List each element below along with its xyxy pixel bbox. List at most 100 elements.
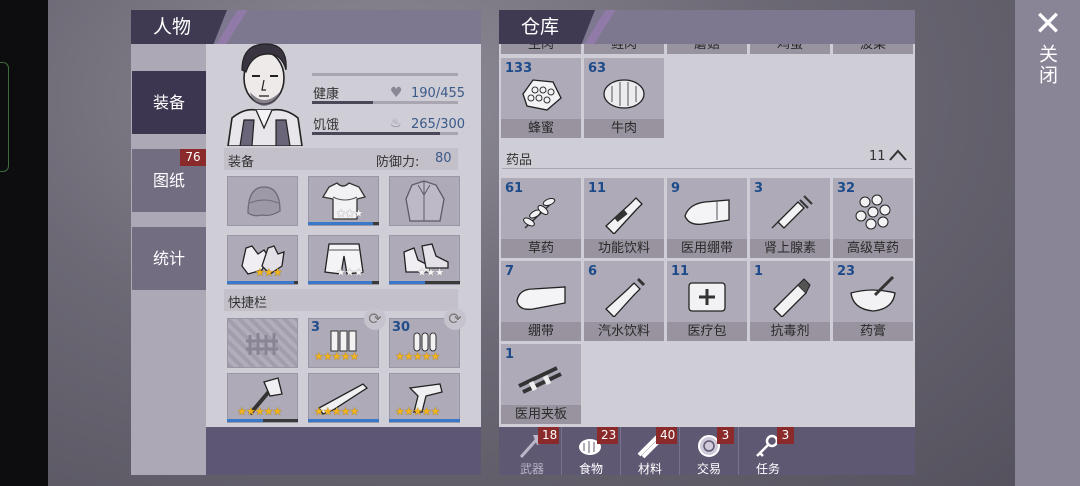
advanced-herb-count: 32 [837, 181, 856, 196]
axe-stars: ★★★★★ [237, 405, 282, 418]
shoes-durability [389, 281, 460, 284]
equipment-label: 装备 [228, 155, 255, 170]
medicine-category-count: 11 [869, 149, 886, 164]
equipment-row-bg [224, 148, 458, 170]
shorts-durability [308, 281, 379, 284]
splint-name: 医用夹板 [501, 405, 581, 424]
axe-durability [227, 419, 298, 422]
medkit-name: 医疗包 [667, 322, 747, 341]
weapons-badge: 18 [538, 427, 559, 444]
soda-icon [605, 277, 646, 317]
item-honey[interactable]: 133 蜂蜜 [501, 58, 581, 138]
item-adrenaline[interactable]: 3 肾上腺素 [750, 178, 830, 258]
tab-statistics[interactable]: 统计 [132, 227, 206, 290]
beef-icon [603, 79, 645, 109]
warehouse-title: 仓库 [499, 10, 595, 44]
ointment-count: 23 [837, 264, 856, 279]
energy-drink-count: 11 [588, 181, 607, 196]
ointment-icon [850, 275, 896, 312]
revolver-durability [389, 419, 460, 422]
close-icon[interactable]: ✕ [1030, 6, 1066, 42]
shotgun-durability-fill [308, 419, 379, 422]
item-beef[interactable]: 63 牛肉 [584, 58, 664, 138]
item-bandage[interactable]: 7 绷带 [501, 261, 581, 341]
item-herb[interactable]: 61 草药 [501, 178, 581, 258]
hunger-label: 饥饿 [313, 118, 340, 133]
chevron-up-icon[interactable] [888, 146, 908, 164]
antidote-name: 抗毒剂 [750, 322, 830, 341]
advanced-herb-name: 高级草药 [833, 239, 913, 258]
swap-icon[interactable]: ⟳ [364, 308, 386, 330]
herb-count: 61 [505, 181, 524, 196]
quests-badge: 3 [777, 427, 794, 444]
health-bar [312, 101, 458, 104]
trade-badge: 3 [717, 427, 734, 444]
health-bar-fill [312, 101, 374, 104]
item-ointment[interactable]: 23 药膏 [833, 261, 913, 341]
adrenaline-name: 肾上腺素 [750, 239, 830, 258]
splint-count: 1 [505, 347, 515, 362]
item-energy-drink[interactable]: 11 功能饮料 [584, 178, 664, 258]
bandage-icon [516, 286, 566, 310]
shells-count: 3 [311, 320, 321, 335]
weapons-label: 武器 [519, 462, 544, 476]
beef-name: 牛肉 [584, 119, 664, 138]
soda-name: 汽水饮料 [584, 322, 664, 341]
materials-badge: 40 [656, 427, 677, 444]
revolver-durability-fill [389, 419, 460, 422]
shirt-durability [308, 222, 379, 225]
medical-bandage-name: 医用绷带 [667, 239, 747, 258]
close-label[interactable]: 关闭 [1033, 44, 1061, 86]
bandage-name: 绷带 [501, 322, 581, 341]
character-footer [206, 427, 481, 475]
beef-count: 63 [588, 61, 607, 76]
tab-equipment[interactable]: 装备 [132, 71, 206, 134]
swap-icon[interactable]: ⟳ [444, 308, 466, 330]
bullets-stars: ★★★★★ [395, 350, 440, 363]
medkit-count: 11 [671, 264, 690, 279]
shoes-stars: ★★★ [417, 266, 445, 279]
energy-drink-icon [605, 197, 643, 234]
quick-slot-locked[interactable] [227, 318, 298, 368]
gloves-durability-fill [227, 281, 295, 284]
partial-item-name[interactable]: 鲑肉 [584, 44, 664, 54]
food-badge: 23 [597, 427, 618, 444]
hunger-bar [312, 132, 458, 135]
item-antidote[interactable]: 1 抗毒剂 [750, 261, 830, 341]
equip-slot-helmet[interactable] [227, 176, 298, 226]
defense-value: 80 [435, 151, 452, 166]
partial-item-name[interactable]: 菠菜 [833, 44, 913, 54]
partial-item-name[interactable]: 生肉 [501, 44, 581, 54]
gloves-durability [227, 281, 298, 284]
partial-item-name[interactable]: 蘑菇 [667, 44, 747, 54]
partial-row: 生肉 鲑肉 蘑菇 鸡蛋 菠菜 [499, 44, 915, 54]
item-medkit[interactable]: 11 医疗包 [667, 261, 747, 341]
ointment-name: 药膏 [833, 322, 913, 341]
energy-drink-name: 功能饮料 [584, 239, 664, 258]
shirt-stars: ★★★ [336, 207, 364, 220]
medical-bandage-icon [684, 199, 730, 225]
quests-label: 任务 [755, 462, 780, 476]
shotgun-durability [308, 419, 379, 422]
item-advanced-herb[interactable]: 32 高级草药 [833, 178, 913, 258]
honey-count: 133 [505, 61, 533, 76]
item-medical-bandage[interactable]: 9 医用绷带 [667, 178, 747, 258]
shells-stars: ★★★★★ [314, 350, 359, 363]
partial-item-name[interactable]: 鸡蛋 [750, 44, 830, 54]
medical-bandage-count: 9 [671, 181, 681, 196]
shirt-durability-fill [308, 222, 374, 225]
equip-slot-jacket[interactable] [389, 176, 460, 226]
medicine-divider [502, 168, 912, 169]
quickbar-label: 快捷栏 [228, 296, 268, 311]
antidote-icon [773, 278, 811, 317]
revolver-stars: ★★★★★ [395, 405, 440, 418]
health-value: 190/455 [411, 86, 466, 101]
bandage-count: 7 [505, 264, 515, 279]
character-title: 人物 [131, 10, 227, 44]
splint-icon [518, 366, 562, 394]
item-soda[interactable]: 6 汽水饮料 [584, 261, 664, 341]
item-splint[interactable]: 1 医用夹板 [501, 344, 581, 424]
stats-top-line [312, 73, 458, 76]
adrenaline-count: 3 [754, 181, 764, 196]
gloves-stars: ★★★ [255, 266, 283, 279]
